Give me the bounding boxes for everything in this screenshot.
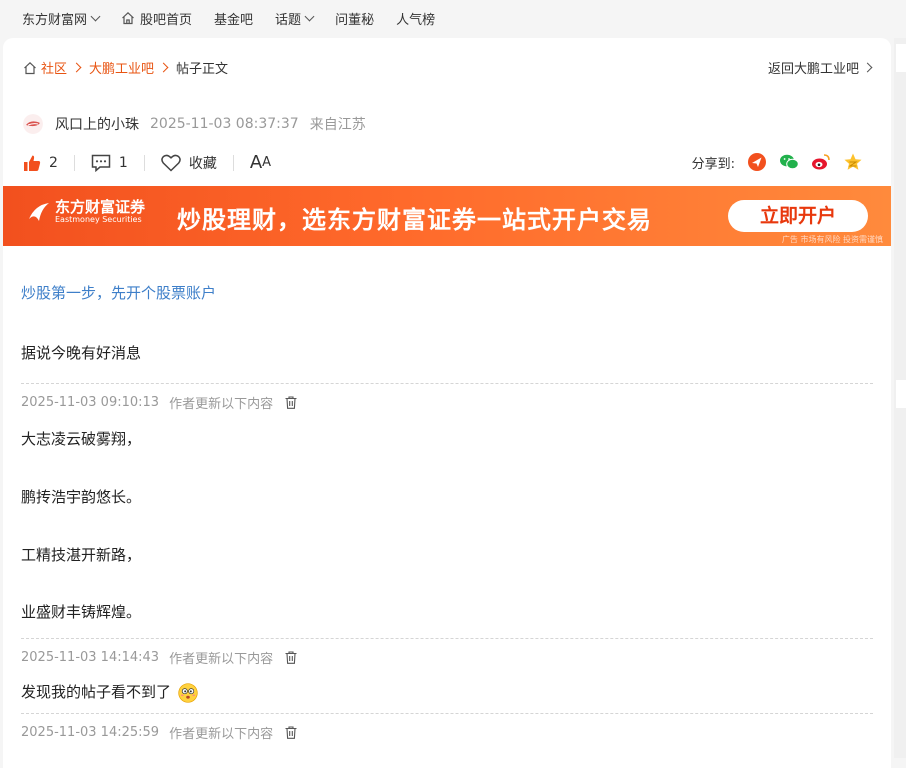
post-text: 发现我的帖子看不到了: [21, 683, 172, 701]
top-nav: 东方财富网 股吧首页 基金吧 话题 问董秘 人气榜: [0, 0, 906, 36]
nav-topics-label: 话题: [275, 12, 302, 28]
nav-fund-bar[interactable]: 基金吧: [214, 9, 253, 28]
confused-face-emoji-icon: [178, 682, 198, 703]
chevron-down-icon: [90, 11, 101, 21]
trash-icon[interactable]: [285, 396, 297, 409]
update-header: 2025-11-03 09:10:13 作者更新以下内容: [21, 393, 297, 412]
home-icon: [122, 11, 134, 25]
nav-topics[interactable]: 话题: [275, 9, 315, 28]
nav-popularity[interactable]: 人气榜: [396, 9, 435, 28]
sidebar-tab: [896, 44, 906, 72]
nav-guba-home[interactable]: 股吧首页: [121, 9, 192, 28]
post-card: 社区 大鹏工业吧 帖子正文 返回大鹏工业吧 风口上的小珠 2025-11-03 …: [3, 38, 891, 768]
update-time: 2025-11-03 14:25:59: [21, 725, 160, 740]
trash-icon[interactable]: [285, 651, 297, 664]
nav-guba-home-label: 股吧首页: [140, 12, 193, 28]
update-divider: [21, 383, 873, 384]
trash-icon[interactable]: [285, 726, 297, 739]
update-time: 2025-11-03 09:10:13: [21, 395, 160, 410]
update-divider: [21, 713, 873, 714]
nav-popularity-label: 人气榜: [396, 12, 436, 28]
right-sidebar-edge: [894, 38, 906, 758]
update-time: 2025-11-03 14:14:43: [21, 650, 160, 665]
nav-eastmoney-label: 东方财富网: [22, 12, 88, 28]
post-text: 据说今晚有好消息: [21, 344, 142, 362]
post-text: 鹏抟浩宇韵悠长。: [21, 488, 142, 506]
update-header: 2025-11-03 14:14:43 作者更新以下内容: [21, 648, 297, 667]
nav-eastmoney[interactable]: 东方财富网: [22, 9, 101, 28]
update-hint: 作者更新以下内容: [169, 397, 274, 412]
nav-ask-secretary[interactable]: 问董秘: [335, 9, 374, 28]
update-hint: 作者更新以下内容: [169, 727, 274, 742]
post-text: 大志凌云破雾翔，: [21, 430, 142, 448]
nav-fund-bar-label: 基金吧: [214, 12, 254, 28]
post-content: 据说今晚有好消息 2025-11-03 09:10:13 作者更新以下内容 大志…: [21, 38, 873, 758]
sidebar-tab: [896, 380, 906, 408]
update-hint: 作者更新以下内容: [169, 652, 274, 667]
chevron-down-icon: [304, 11, 315, 21]
nav-ask-secretary-label: 问董秘: [335, 12, 375, 28]
update-header: 2025-11-03 14:25:59 作者更新以下内容: [21, 723, 297, 742]
post-text-row: 发现我的帖子看不到了: [21, 681, 198, 703]
post-text: 工精技湛开新路，: [21, 546, 142, 564]
post-text: 业盛财丰铸辉煌。: [21, 603, 142, 621]
update-divider: [21, 638, 873, 639]
